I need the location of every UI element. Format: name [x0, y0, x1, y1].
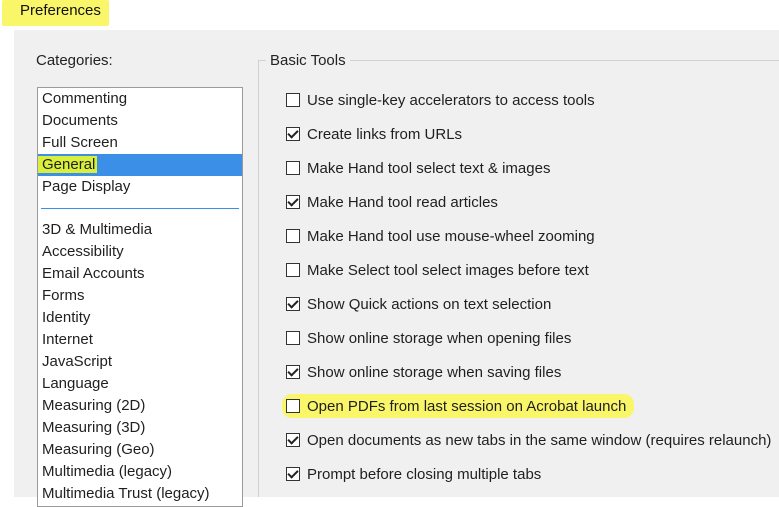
- option-label: Use single-key accelerators to access to…: [307, 91, 595, 109]
- category-label: Measuring (Geo): [42, 441, 155, 458]
- category-commenting[interactable]: Commenting: [38, 88, 242, 110]
- checkbox[interactable]: [286, 433, 300, 447]
- checkbox[interactable]: [286, 467, 300, 481]
- category-label: Commenting: [42, 90, 128, 107]
- category-label: 3D & Multimedia: [42, 221, 153, 238]
- checkbox[interactable]: [286, 263, 300, 277]
- window-title: Preferences: [2, 0, 109, 26]
- category-full-screen[interactable]: Full Screen: [38, 132, 242, 154]
- option-single-key-accelerators[interactable]: Use single-key accelerators to access to…: [286, 88, 595, 112]
- category-label: Accessibility: [42, 243, 124, 260]
- option-online-storage-open[interactable]: Show online storage when opening files: [286, 326, 571, 350]
- category-measuring-geo[interactable]: Measuring (Geo): [38, 439, 242, 461]
- option-label: Make Hand tool read articles: [307, 193, 498, 211]
- category-label: Measuring (2D): [42, 397, 146, 414]
- option-online-storage-save[interactable]: Show online storage when saving files: [286, 360, 561, 384]
- option-open-last-session[interactable]: Open PDFs from last session on Acrobat l…: [282, 394, 635, 418]
- category-label: Full Screen: [42, 134, 118, 151]
- option-label: Show online storage when saving files: [307, 363, 562, 381]
- category-documents[interactable]: Documents: [38, 110, 242, 132]
- checkbox[interactable]: [286, 93, 300, 107]
- category-label: General: [38, 156, 98, 173]
- category-measuring-3d[interactable]: Measuring (3D): [38, 417, 242, 439]
- category-multimedia-trust-legacy[interactable]: Multimedia Trust (legacy): [38, 483, 242, 505]
- category-measuring-2d[interactable]: Measuring (2D): [38, 395, 242, 417]
- category-internet[interactable]: Internet: [38, 329, 242, 351]
- category-label: Email Accounts: [42, 265, 145, 282]
- title-bar: Preferences: [0, 0, 779, 30]
- category-label: Documents: [42, 112, 118, 129]
- category-label: Identity: [42, 309, 91, 326]
- option-label: Open documents as new tabs in the same w…: [307, 431, 772, 449]
- category-label: JavaScript: [42, 353, 113, 370]
- checkbox[interactable]: [286, 297, 300, 311]
- categories-label: Categories:: [36, 52, 113, 69]
- checkbox[interactable]: [286, 331, 300, 345]
- category-label: Internet: [42, 331, 93, 348]
- option-select-images-first[interactable]: Make Select tool select images before te…: [286, 258, 589, 282]
- option-label: Open PDFs from last session on Acrobat l…: [307, 397, 627, 415]
- checkbox[interactable]: [286, 195, 300, 209]
- option-quick-actions[interactable]: Show Quick actions on text selection: [286, 292, 551, 316]
- option-label: Create links from URLs: [307, 125, 463, 143]
- category-javascript[interactable]: JavaScript: [38, 351, 242, 373]
- category-page-display[interactable]: Page Display: [38, 176, 242, 198]
- category-identity[interactable]: Identity: [38, 307, 242, 329]
- option-label: Make Hand tool select text & images: [307, 159, 551, 177]
- category-3d-multimedia[interactable]: 3D & Multimedia: [38, 219, 242, 241]
- category-label: Language: [42, 375, 109, 392]
- option-label: Prompt before closing multiple tabs: [307, 465, 542, 483]
- option-create-links[interactable]: Create links from URLs: [286, 122, 462, 146]
- category-language[interactable]: Language: [38, 373, 242, 395]
- checkbox[interactable]: [286, 161, 300, 175]
- category-multimedia-legacy[interactable]: Multimedia (legacy): [38, 461, 242, 483]
- option-hand-select-text[interactable]: Make Hand tool select text & images: [286, 156, 550, 180]
- option-label: Show Quick actions on text selection: [307, 295, 552, 313]
- category-label: Multimedia (legacy): [42, 463, 173, 480]
- option-hand-read-articles[interactable]: Make Hand tool read articles: [286, 190, 498, 214]
- category-forms[interactable]: Forms: [38, 285, 242, 307]
- checkbox[interactable]: [286, 127, 300, 141]
- option-hand-wheel-zoom[interactable]: Make Hand tool use mouse-wheel zooming: [286, 224, 595, 248]
- category-label: Multimedia Trust (legacy): [42, 485, 210, 502]
- checkbox[interactable]: [286, 229, 300, 243]
- categories-list[interactable]: Commenting Documents Full Screen General…: [37, 87, 243, 507]
- option-label: Make Select tool select images before te…: [307, 261, 589, 279]
- category-email-accounts[interactable]: Email Accounts: [38, 263, 242, 285]
- checkbox[interactable]: [286, 365, 300, 379]
- option-open-as-tabs[interactable]: Open documents as new tabs in the same w…: [286, 428, 771, 452]
- category-general[interactable]: General: [38, 154, 242, 176]
- category-label: Forms: [42, 287, 85, 304]
- option-label: Show online storage when opening files: [307, 329, 572, 347]
- category-label: Page Display: [42, 178, 131, 195]
- checkbox[interactable]: [286, 399, 300, 413]
- category-separator: [41, 208, 239, 209]
- option-prompt-close-tabs[interactable]: Prompt before closing multiple tabs: [286, 462, 541, 486]
- category-accessibility[interactable]: Accessibility: [38, 241, 242, 263]
- option-label: Make Hand tool use mouse-wheel zooming: [307, 227, 595, 245]
- basic-tools-label: Basic Tools: [266, 52, 350, 69]
- category-label: Measuring (3D): [42, 419, 146, 436]
